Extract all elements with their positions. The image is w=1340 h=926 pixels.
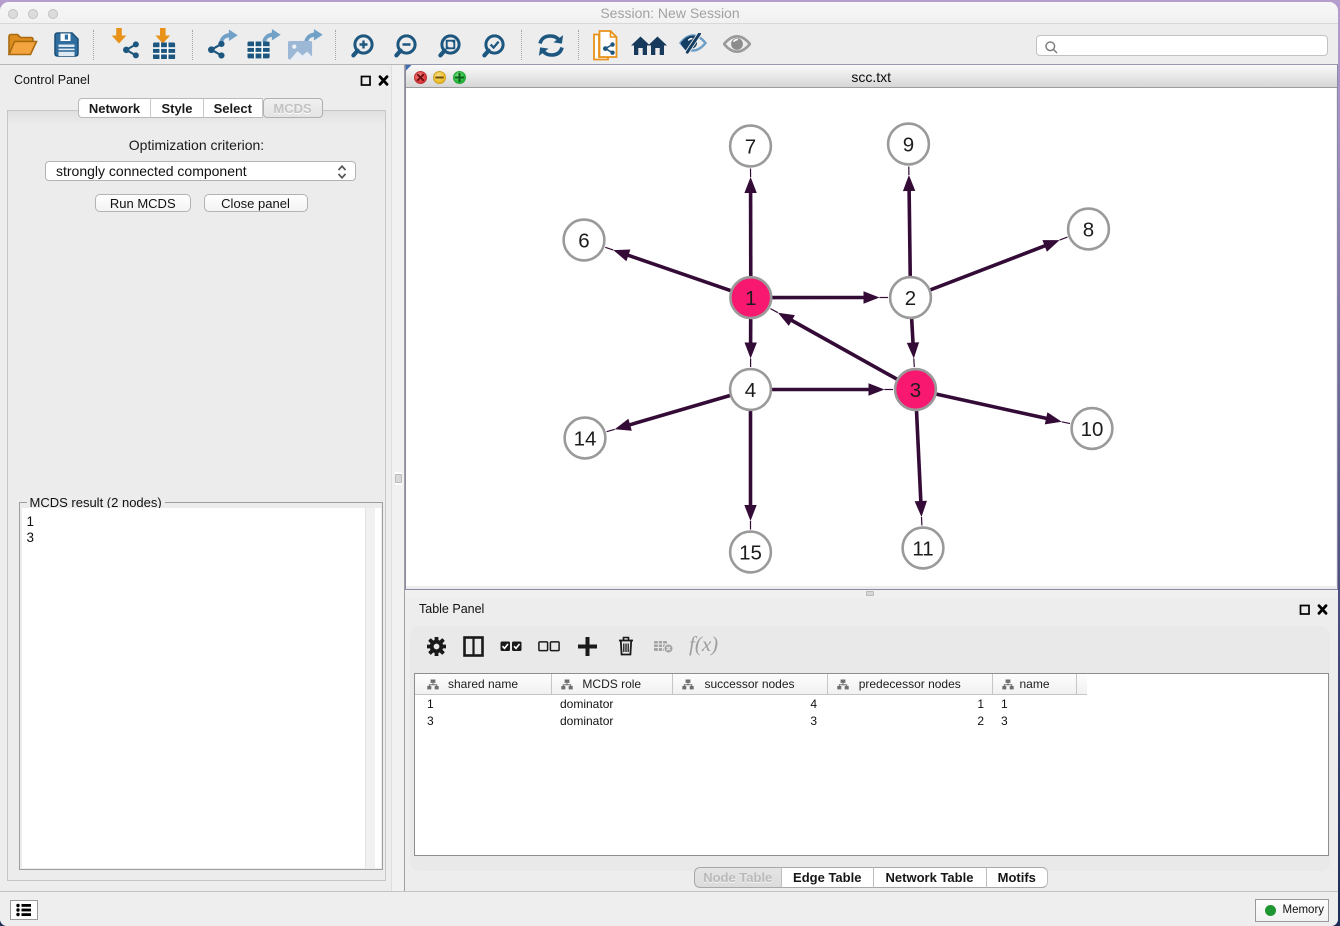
svg-text:7: 7 <box>744 135 755 158</box>
svg-text:14: 14 <box>573 427 596 450</box>
svg-text:8: 8 <box>1082 218 1093 241</box>
svg-text:4: 4 <box>744 379 755 402</box>
svg-text:2: 2 <box>904 287 915 310</box>
svg-text:11: 11 <box>912 537 933 560</box>
svg-text:15: 15 <box>739 541 762 564</box>
svg-text:10: 10 <box>1080 418 1103 441</box>
svg-text:6: 6 <box>578 229 589 252</box>
svg-text:1: 1 <box>745 287 756 310</box>
svg-text:3: 3 <box>909 379 920 402</box>
svg-text:9: 9 <box>902 133 913 156</box>
